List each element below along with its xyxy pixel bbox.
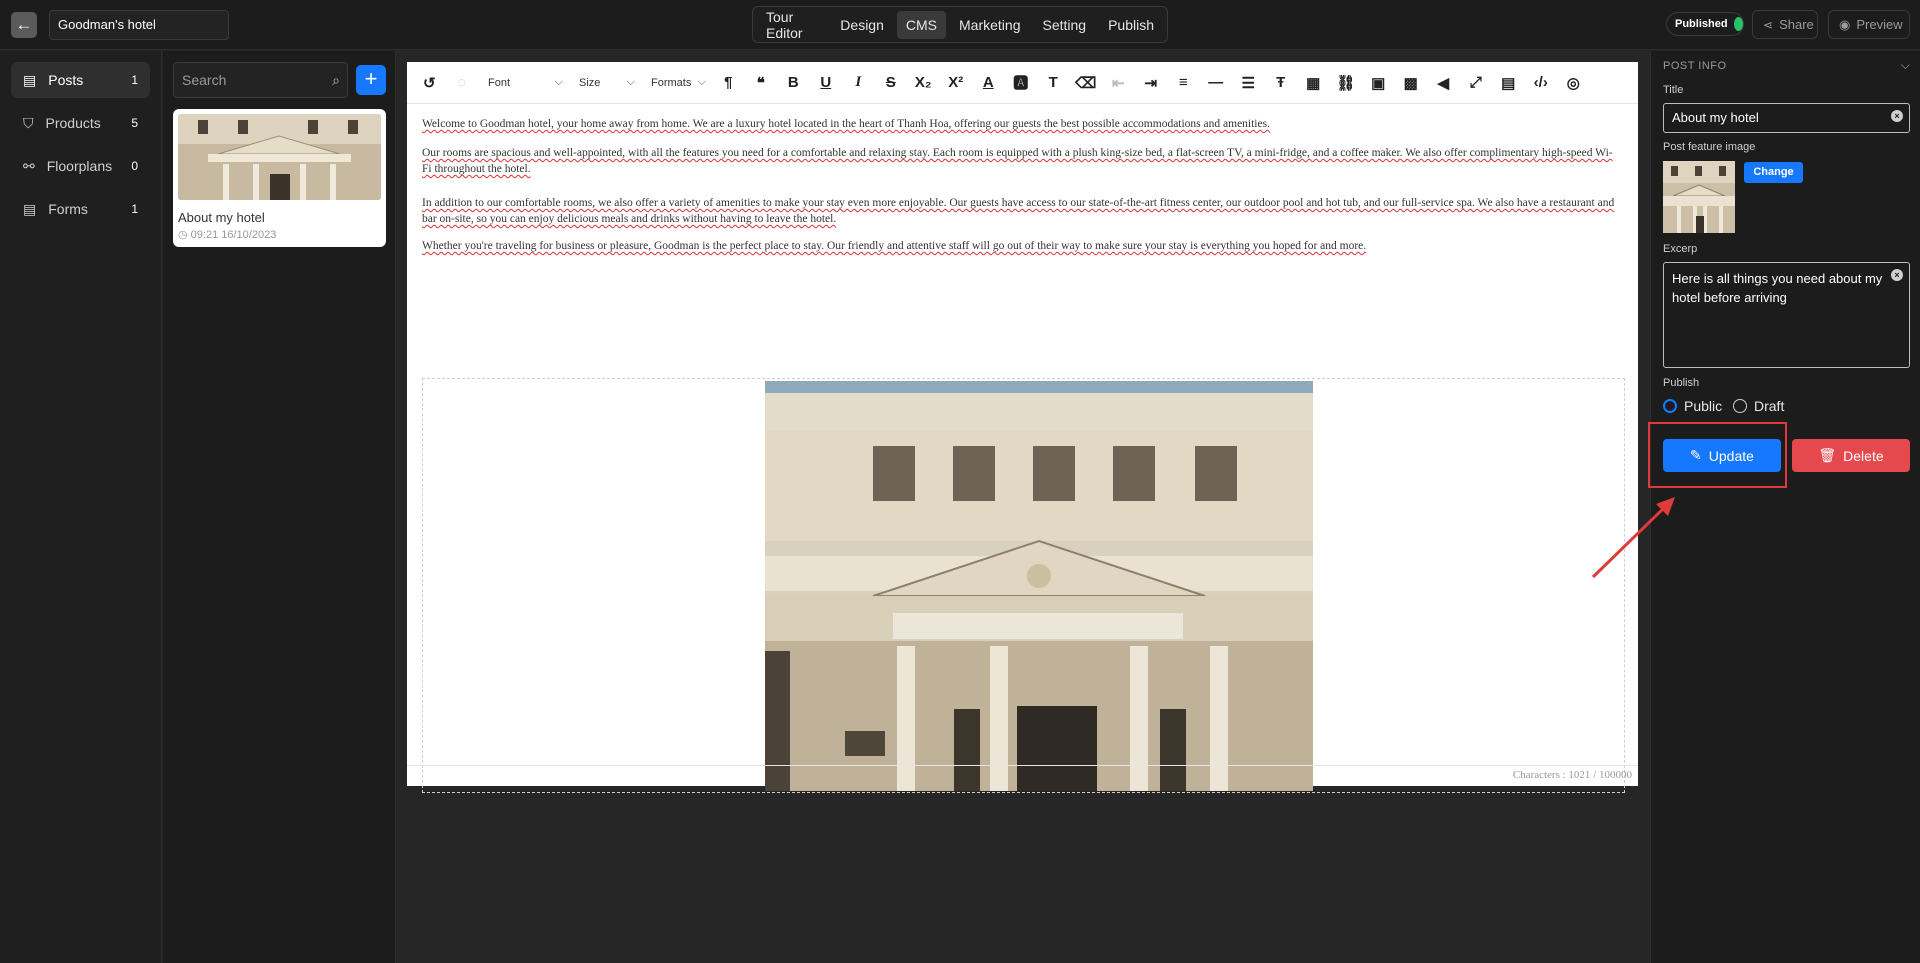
annotation-arrow	[1591, 497, 1675, 579]
